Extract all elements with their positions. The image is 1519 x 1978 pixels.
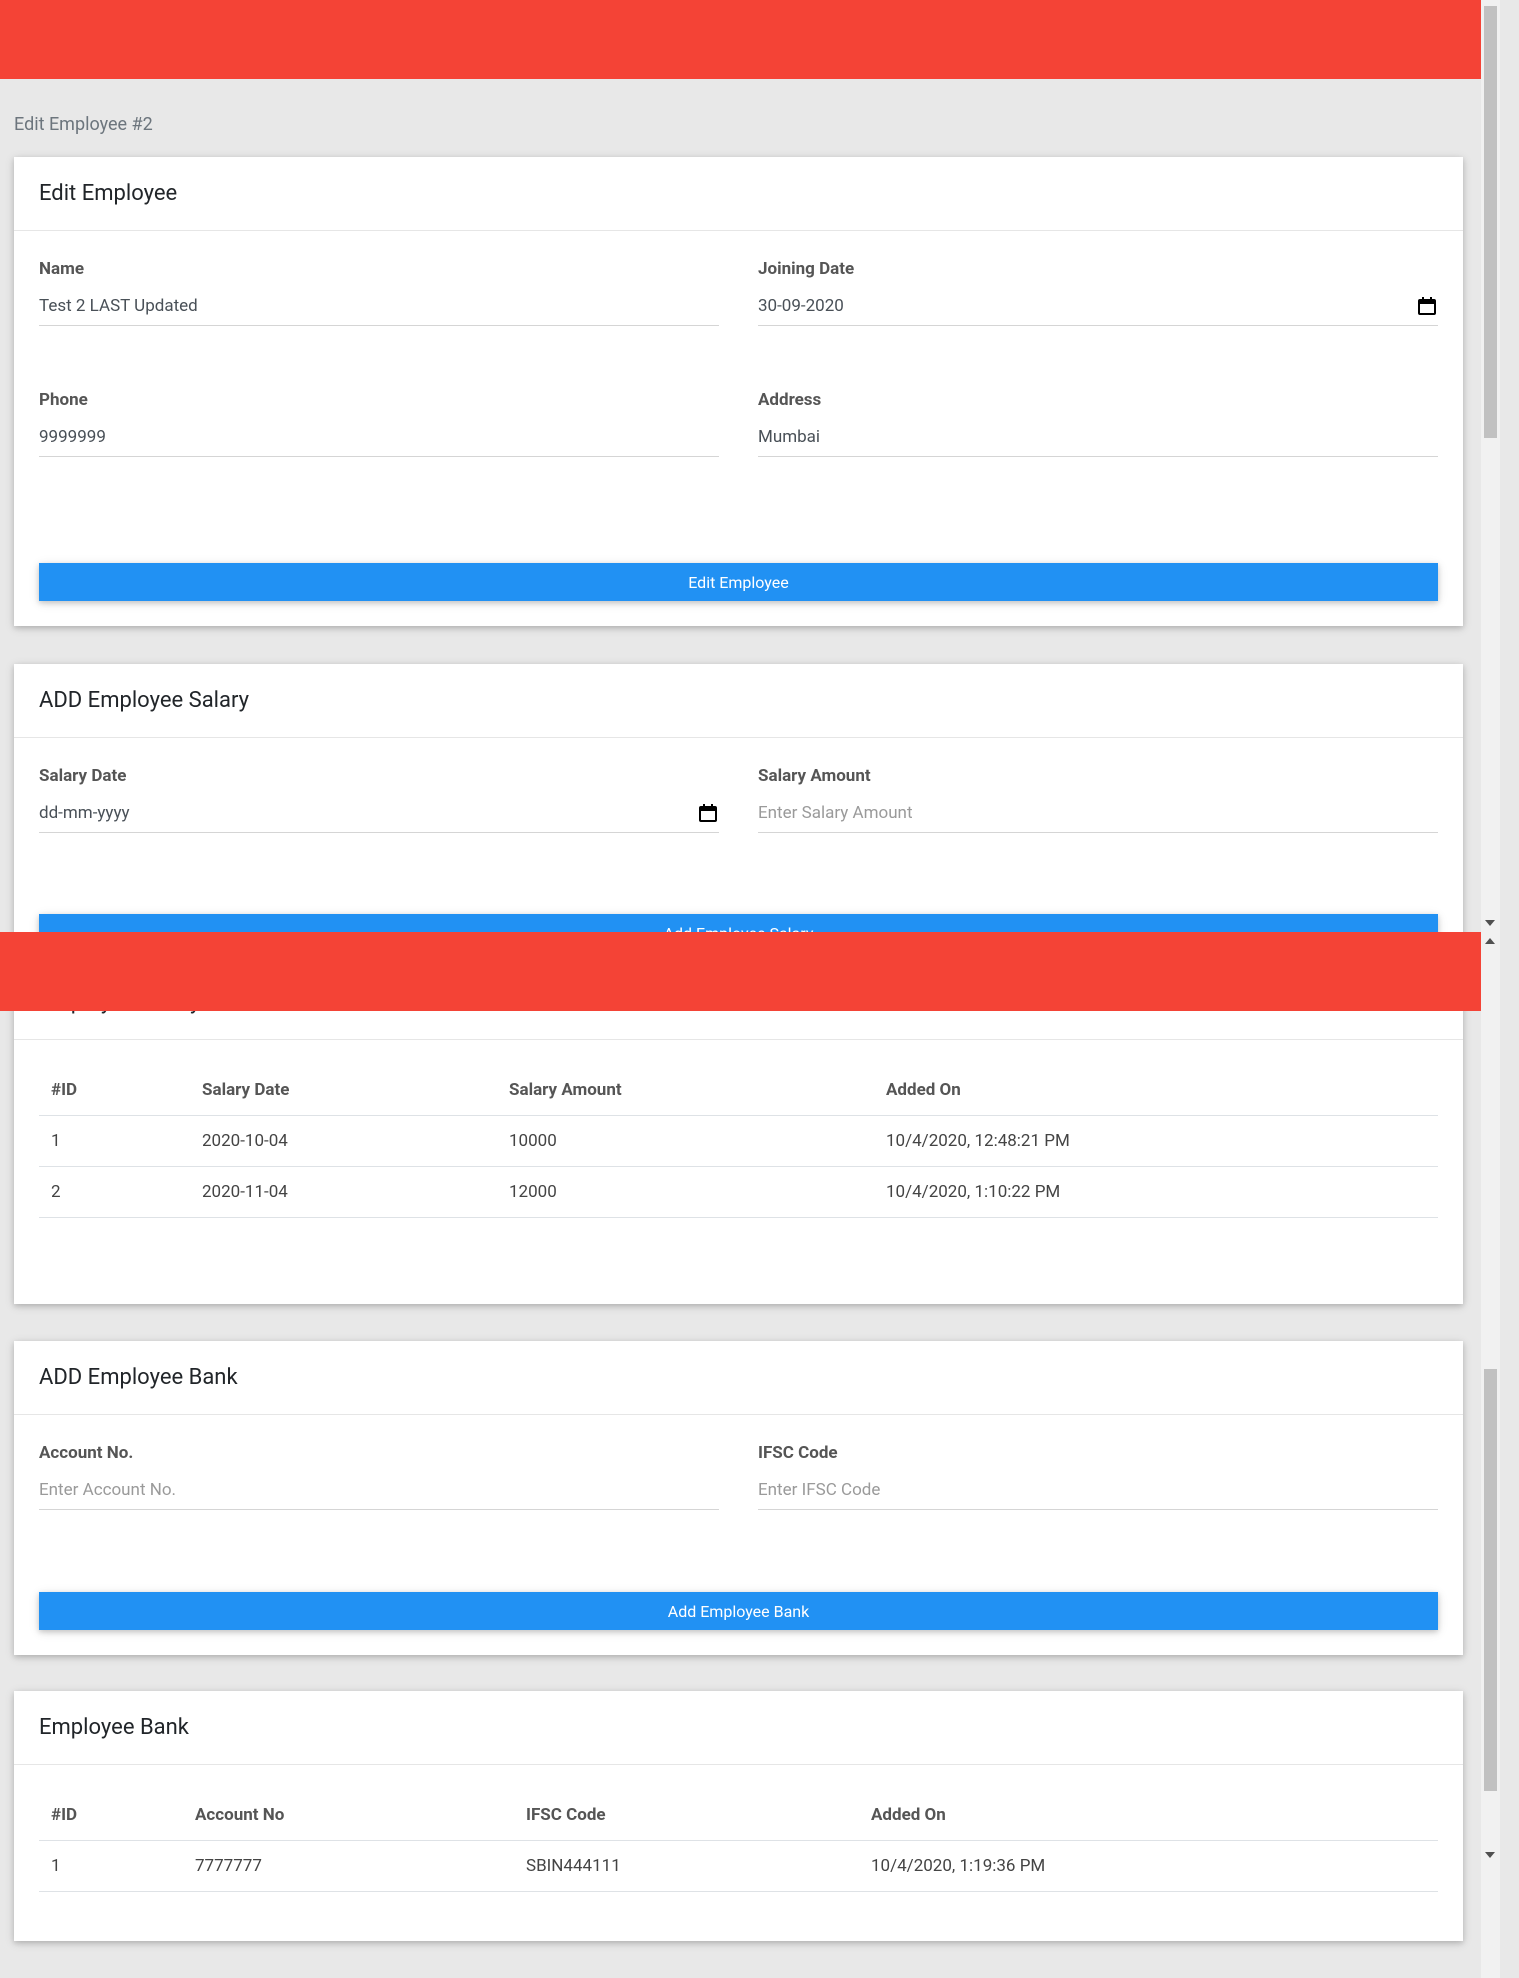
table-cell: 10000 <box>497 1115 874 1167</box>
card-header: Edit Employee <box>14 157 1463 231</box>
top-navbar <box>0 0 1500 79</box>
column-header: Added On <box>859 1790 1438 1841</box>
phone-field: Phone <box>39 390 719 457</box>
table-header-row: #ID Salary Date Salary Amount Added On <box>39 1065 1438 1116</box>
calendar-icon[interactable] <box>699 804 717 822</box>
table-row: 1 2020-10-04 10000 10/4/2020, 12:48:21 P… <box>39 1115 1438 1167</box>
scrollbar-thumb[interactable] <box>1484 1369 1497 1791</box>
add-bank-card: ADD Employee Bank Account No. IFSC Code … <box>14 1341 1463 1655</box>
scroll-up-arrow[interactable] <box>1485 938 1495 944</box>
salary-date-input[interactable] <box>39 793 719 833</box>
table-row: 2 2020-11-04 12000 10/4/2020, 1:10:22 PM <box>39 1166 1438 1218</box>
table-cell: 2 <box>39 1166 190 1218</box>
calendar-icon[interactable] <box>1418 297 1436 315</box>
name-input[interactable] <box>39 286 719 326</box>
account-no-field: Account No. <box>39 1443 719 1510</box>
employee-salary-card: Employee Salary #ID Salary Date Salary A… <box>14 966 1463 1304</box>
edit-employee-button[interactable]: Edit Employee <box>39 563 1438 601</box>
salary-date-field: Salary Date <box>39 766 719 833</box>
table-cell: 1 <box>39 1840 183 1892</box>
edit-employee-card: Edit Employee Name Joining Date Phone Ad… <box>14 157 1463 626</box>
address-input[interactable] <box>758 417 1438 457</box>
viewport-top: Edit Employee #2 Edit Employee Name Join… <box>0 0 1500 932</box>
card-header: ADD Employee Bank <box>14 1341 1463 1415</box>
account-no-input[interactable] <box>39 1470 719 1510</box>
scroll-down-arrow[interactable] <box>1485 1852 1495 1858</box>
ifsc-code-field: IFSC Code <box>758 1443 1438 1510</box>
scrollbar[interactable] <box>1481 0 1500 932</box>
table-cell: 7777777 <box>183 1840 514 1892</box>
joining-date-label: Joining Date <box>758 259 855 279</box>
ifsc-code-label: IFSC Code <box>758 1443 838 1463</box>
table-cell: 12000 <box>497 1166 874 1218</box>
scrollbar[interactable] <box>1481 932 1500 1978</box>
column-header: IFSC Code <box>514 1790 859 1841</box>
table-cell: 2020-11-04 <box>190 1166 497 1218</box>
table-header-row: #ID Account No IFSC Code Added On <box>39 1790 1438 1841</box>
add-salary-card: ADD Employee Salary Salary Date Salary A… <box>14 664 1463 932</box>
account-no-label: Account No. <box>39 1443 134 1463</box>
column-header: Account No <box>183 1790 514 1841</box>
bank-table: #ID Account No IFSC Code Added On 1 7777… <box>39 1790 1438 1892</box>
add-bank-button[interactable]: Add Employee Bank <box>39 1592 1438 1630</box>
table-row: 1 7777777 SBIN444111 10/4/2020, 1:19:36 … <box>39 1840 1438 1892</box>
joining-date-field: Joining Date <box>758 259 1438 326</box>
top-navbar <box>0 932 1500 1011</box>
table-cell: 2020-10-04 <box>190 1115 497 1167</box>
card-title: ADD Employee Salary <box>39 688 250 713</box>
name-label: Name <box>39 259 84 279</box>
scroll-down-arrow[interactable] <box>1485 920 1495 926</box>
employee-bank-card: Employee Bank #ID Account No IFSC Code A… <box>14 1691 1463 1941</box>
address-label: Address <box>758 390 822 410</box>
card-title: ADD Employee Bank <box>39 1365 238 1390</box>
salary-amount-input[interactable] <box>758 793 1438 833</box>
table-cell: 10/4/2020, 1:19:36 PM <box>859 1840 1438 1892</box>
column-header: Added On <box>874 1065 1438 1116</box>
column-header: #ID <box>39 1790 183 1841</box>
joining-date-input[interactable] <box>758 286 1438 326</box>
table-cell: 10/4/2020, 1:10:22 PM <box>874 1166 1438 1218</box>
scrollbar-thumb[interactable] <box>1484 6 1497 438</box>
salary-table: #ID Salary Date Salary Amount Added On 1… <box>39 1065 1438 1218</box>
viewport-bottom: Employee Salary #ID Salary Date Salary A… <box>0 932 1500 1978</box>
phone-input[interactable] <box>39 417 719 457</box>
phone-label: Phone <box>39 390 88 410</box>
salary-amount-field: Salary Amount <box>758 766 1438 833</box>
name-field: Name <box>39 259 719 326</box>
salary-date-label: Salary Date <box>39 766 127 786</box>
address-field: Address <box>758 390 1438 457</box>
card-header: ADD Employee Salary <box>14 664 1463 738</box>
salary-amount-label: Salary Amount <box>758 766 871 786</box>
column-header: Salary Amount <box>497 1065 874 1116</box>
ifsc-code-input[interactable] <box>758 1470 1438 1510</box>
column-header: #ID <box>39 1065 190 1116</box>
table-cell: SBIN444111 <box>514 1840 859 1892</box>
table-cell: 10/4/2020, 12:48:21 PM <box>874 1115 1438 1167</box>
column-header: Salary Date <box>190 1065 497 1116</box>
add-salary-button[interactable]: Add Employee Salary <box>39 914 1438 932</box>
page-breadcrumb: Edit Employee #2 <box>14 114 153 135</box>
card-header: Employee Bank <box>14 1691 1463 1765</box>
card-title: Edit Employee <box>39 181 178 206</box>
card-title: Employee Bank <box>39 1715 189 1740</box>
table-cell: 1 <box>39 1115 190 1167</box>
